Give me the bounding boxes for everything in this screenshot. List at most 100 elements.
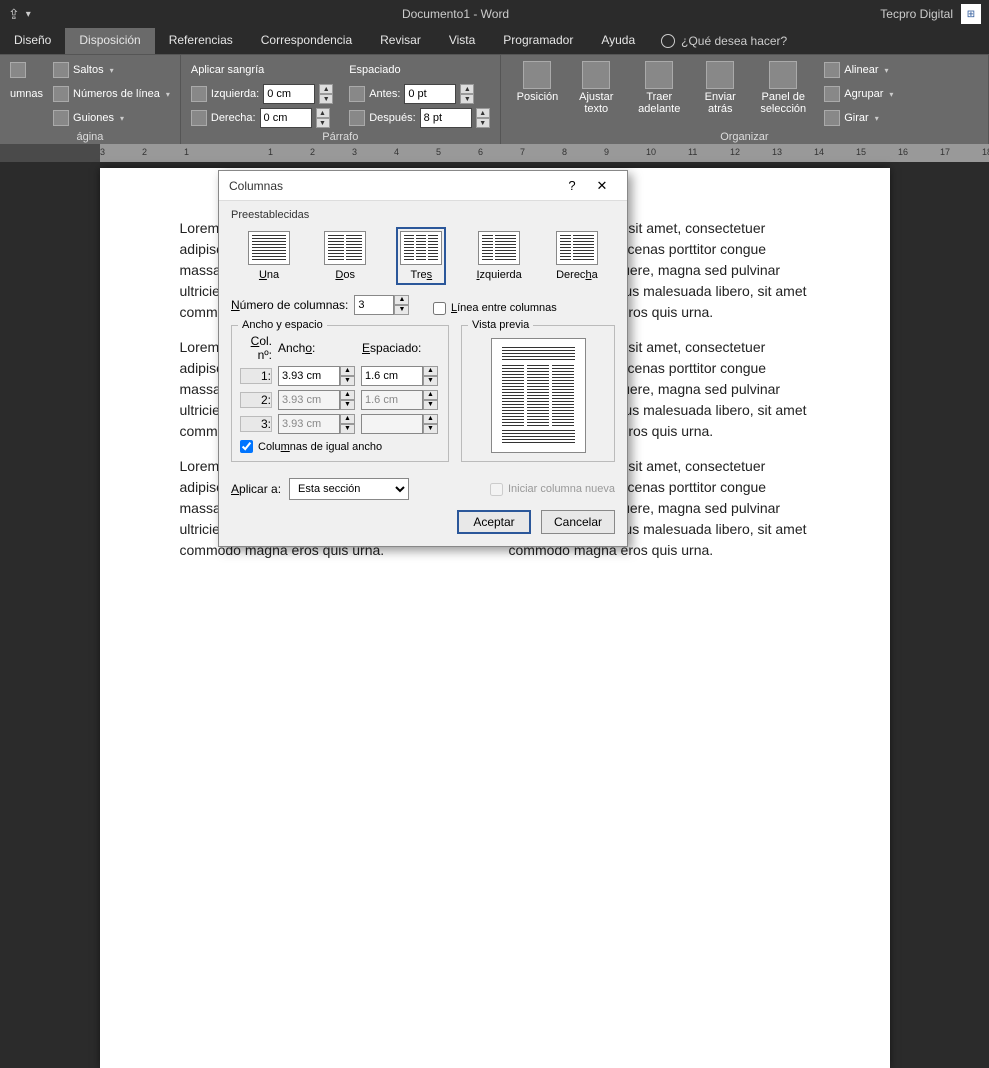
- spin-down[interactable]: ▼: [340, 376, 355, 386]
- apply-to-select[interactable]: Esta sección: [289, 478, 409, 500]
- dialog-titlebar[interactable]: Columnas ? ✕: [219, 171, 627, 201]
- col1-width-input[interactable]: [278, 366, 340, 386]
- spin-up[interactable]: ▲: [340, 414, 355, 424]
- num-cols-input[interactable]: [354, 295, 394, 315]
- space-after-label: Después:: [369, 112, 415, 124]
- indent-left-label: Izquierda:: [211, 88, 259, 100]
- preset-one[interactable]: Una: [244, 227, 294, 285]
- preset-three[interactable]: Tres: [396, 227, 446, 285]
- horizontal-ruler[interactable]: 321123456789101112131415161718: [0, 144, 989, 162]
- align-icon: [824, 62, 840, 78]
- spin-up[interactable]: ▲: [423, 390, 438, 400]
- align-button[interactable]: Alinear▾: [824, 59, 893, 81]
- share-icon[interactable]: ⇪: [8, 6, 20, 23]
- bring-forward-button[interactable]: Traer adelante: [628, 59, 690, 117]
- spin-up[interactable]: ▲: [460, 84, 474, 94]
- spin-down[interactable]: ▼: [340, 400, 355, 410]
- group-button[interactable]: Agrupar ▾: [824, 83, 893, 105]
- dialog-help-button[interactable]: ?: [557, 172, 587, 200]
- tab-vista[interactable]: Vista: [435, 28, 489, 54]
- equal-width-checkbox[interactable]: [240, 440, 253, 453]
- line-numbers-icon: [53, 86, 69, 102]
- preset-right[interactable]: Derecha: [552, 227, 602, 285]
- columns-button-partial[interactable]: [10, 59, 43, 81]
- spin-up[interactable]: ▲: [319, 84, 333, 94]
- group-parrafo: Aplicar sangría Izquierda: ▲▼ Derecha: ▲…: [181, 55, 501, 144]
- tab-revisar[interactable]: Revisar: [366, 28, 435, 54]
- position-button[interactable]: Posición: [511, 59, 565, 105]
- send-back-button[interactable]: Enviar atrás: [694, 59, 746, 117]
- cancel-button[interactable]: Cancelar: [541, 510, 615, 534]
- col-num-1: 1:: [240, 368, 272, 384]
- col-num-3: 3:: [240, 416, 272, 432]
- start-new-col-label: Iniciar columna nueva: [508, 483, 615, 495]
- position-label: Posición: [517, 91, 559, 103]
- breaks-icon: [53, 62, 69, 78]
- preset-left[interactable]: Izquierda: [472, 227, 525, 285]
- spin-up[interactable]: ▲: [340, 366, 355, 376]
- tab-disposicion[interactable]: Disposición: [65, 28, 154, 54]
- columns-icon: [10, 62, 26, 78]
- tab-programador[interactable]: Programador: [489, 28, 587, 54]
- spin-up[interactable]: ▲: [340, 390, 355, 400]
- spin-down[interactable]: ▼: [316, 118, 330, 128]
- spin-down[interactable]: ▼: [319, 94, 333, 104]
- spin-up[interactable]: ▲: [316, 108, 330, 118]
- breaks-button[interactable]: Saltos ▾: [53, 59, 170, 81]
- rotate-button[interactable]: Girar▾: [824, 107, 893, 129]
- selection-pane-icon: [769, 61, 797, 89]
- chevron-down-icon: ▾: [120, 114, 124, 123]
- chevron-down-icon: ▾: [889, 90, 893, 99]
- spin-down[interactable]: ▼: [476, 118, 490, 128]
- group-label-parrafo: Párrafo: [191, 129, 490, 143]
- rotate-icon: [824, 110, 840, 126]
- spin-down[interactable]: ▼: [423, 424, 438, 434]
- cols-table: Col. nº: Ancho: Espaciado: 1: ▲▼ ▲▼ 2: ▲…: [240, 334, 440, 434]
- document-title: Documento1 - Word: [31, 7, 881, 21]
- account-avatar[interactable]: ⊞: [961, 4, 981, 24]
- presets-label: Preestablecidas: [231, 209, 615, 221]
- spin-up[interactable]: ▲: [423, 414, 438, 424]
- spin-down[interactable]: ▼: [394, 305, 409, 315]
- spin-up[interactable]: ▲: [394, 295, 409, 305]
- indent-right-label: Derecha:: [211, 112, 256, 124]
- account-name[interactable]: Tecpro Digital: [880, 7, 953, 21]
- tab-diseno[interactable]: Diseño: [0, 28, 65, 54]
- group-label-pagina: ágina: [10, 129, 170, 143]
- num-cols-label: Número de columnas:: [231, 298, 348, 312]
- bring-forward-icon: [645, 61, 673, 89]
- hyphenation-button[interactable]: Guiones ▾: [53, 107, 170, 129]
- tab-referencias[interactable]: Referencias: [155, 28, 247, 54]
- tab-ayuda[interactable]: Ayuda: [587, 28, 649, 54]
- group-pagina: umnas Saltos ▾ Números de línea ▾ Guione…: [0, 55, 181, 144]
- tab-correspondencia[interactable]: Correspondencia: [247, 28, 366, 54]
- accept-button[interactable]: Aceptar: [457, 510, 531, 534]
- tell-me-search[interactable]: ¿Qué desea hacer?: [649, 28, 799, 54]
- spin-down[interactable]: ▼: [423, 376, 438, 386]
- spin-up[interactable]: ▲: [423, 366, 438, 376]
- indent-left-input[interactable]: [263, 84, 315, 104]
- spin-down[interactable]: ▼: [460, 94, 474, 104]
- breaks-label: Saltos: [73, 64, 104, 76]
- wrap-text-button[interactable]: Ajustar texto: [568, 59, 624, 117]
- line-between-checkbox[interactable]: [433, 302, 446, 315]
- equal-width-label: Columnas de igual ancho: [258, 441, 382, 453]
- indent-right-input[interactable]: [260, 108, 312, 128]
- tell-me-placeholder: ¿Qué desea hacer?: [681, 34, 787, 48]
- space-after-icon: [349, 110, 365, 126]
- spin-up[interactable]: ▲: [476, 108, 490, 118]
- space-after-input[interactable]: [420, 108, 472, 128]
- preset-two[interactable]: Dos: [320, 227, 370, 285]
- indent-right-icon: [191, 110, 207, 126]
- line-numbers-button[interactable]: Números de línea ▾: [53, 83, 170, 105]
- spacing-header: Espaciado: [349, 59, 489, 81]
- selection-pane-button[interactable]: Panel de selección: [750, 59, 816, 117]
- col2-width-input: [278, 390, 340, 410]
- space-before-input[interactable]: [404, 84, 456, 104]
- width-spacing-legend: Ancho y espacio: [238, 319, 327, 331]
- col1-spacing-input[interactable]: [361, 366, 423, 386]
- dialog-close-button[interactable]: ✕: [587, 172, 617, 200]
- group-obj-label: Agrupar: [844, 88, 883, 100]
- spin-down[interactable]: ▼: [423, 400, 438, 410]
- spin-down[interactable]: ▼: [340, 424, 355, 434]
